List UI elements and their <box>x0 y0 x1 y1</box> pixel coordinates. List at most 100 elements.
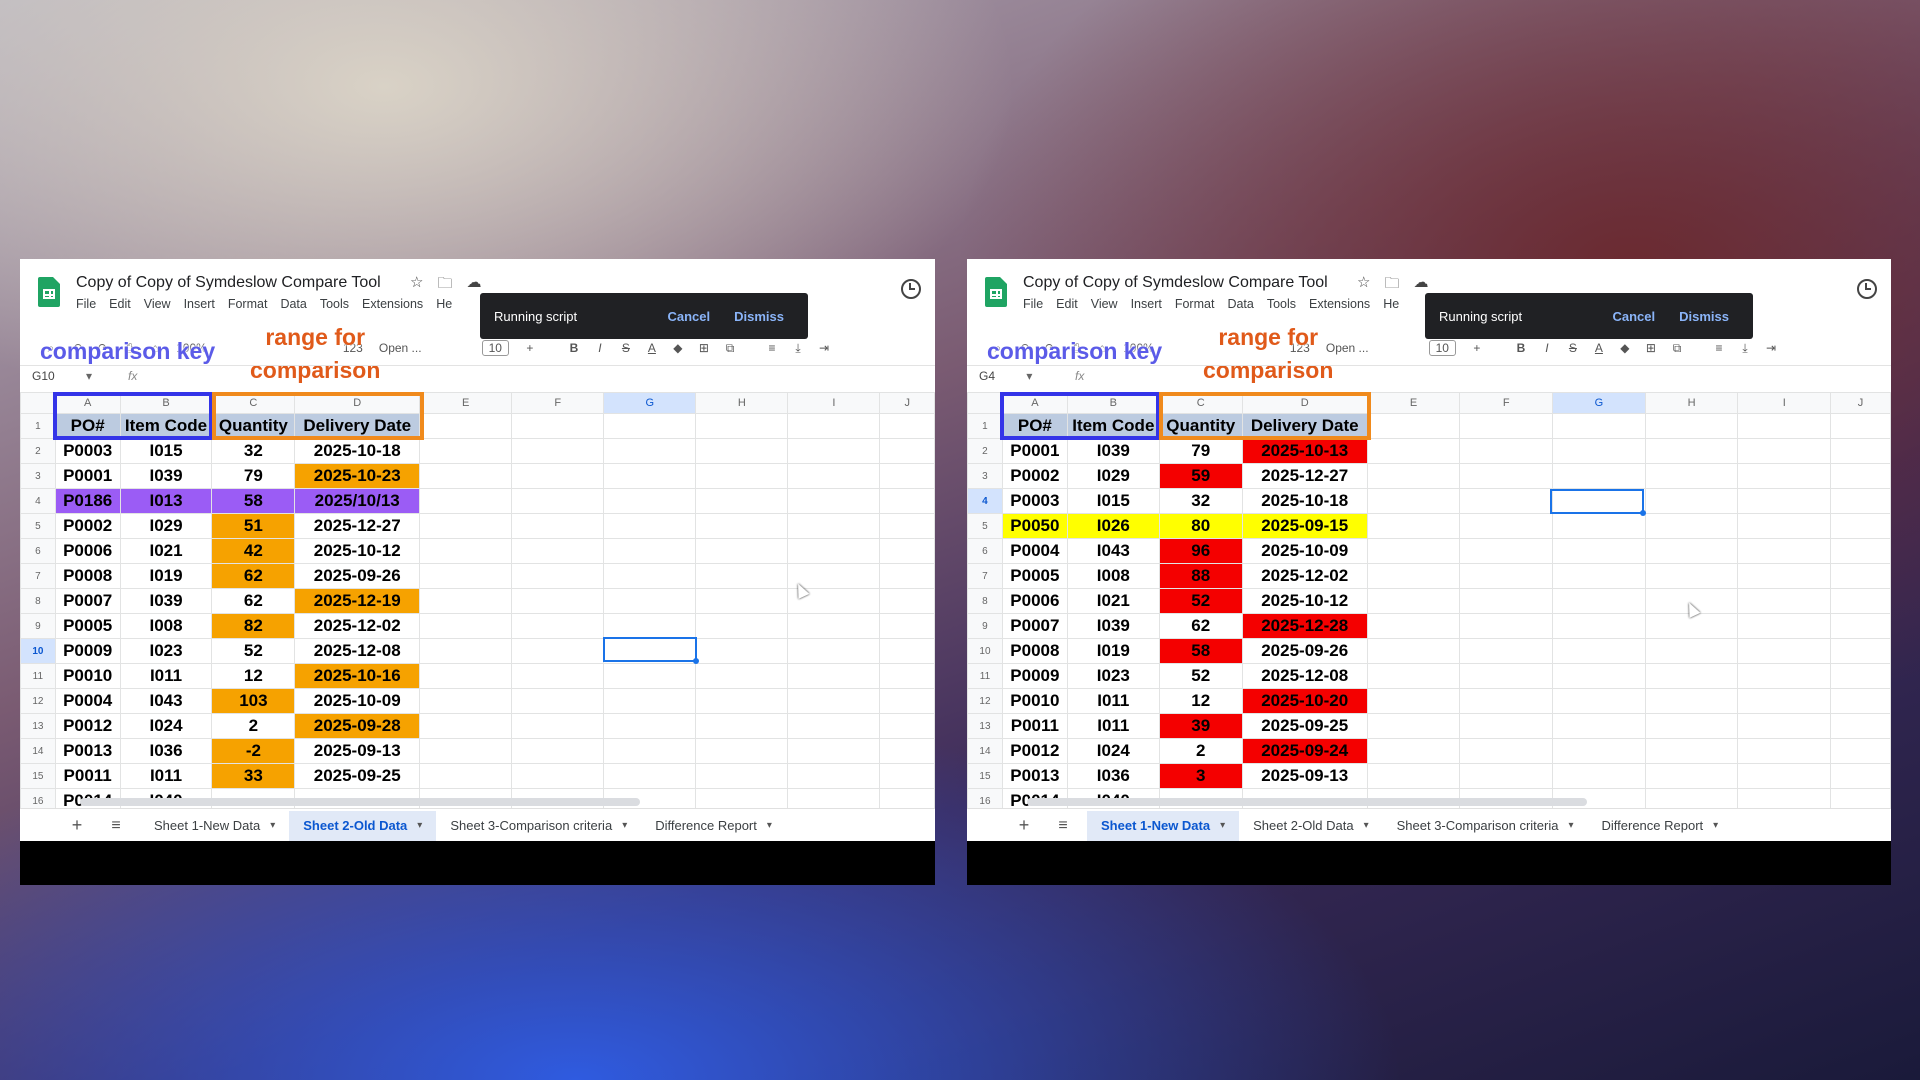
menu-edit[interactable]: Edit <box>1056 297 1078 311</box>
data-cell[interactable]: I039 <box>119 588 213 614</box>
dismiss-button[interactable]: Dismiss <box>1679 309 1729 324</box>
grid-cell[interactable] <box>695 513 789 539</box>
data-cell[interactable]: 2025-10-16 <box>294 663 421 689</box>
grid-cell[interactable] <box>419 538 513 564</box>
data-cell[interactable]: 2025-12-27 <box>1241 463 1368 489</box>
grid-cell[interactable] <box>1552 738 1646 764</box>
data-cell[interactable]: P0009 <box>54 638 121 664</box>
data-cell[interactable]: 32 <box>211 438 296 464</box>
grid-cell[interactable] <box>1366 563 1461 589</box>
grid-cell[interactable] <box>1830 663 1891 689</box>
grid-cell[interactable] <box>1366 713 1461 739</box>
data-cell[interactable]: I011 <box>1066 713 1160 739</box>
column-header-h[interactable]: H <box>695 392 789 414</box>
horizontal-scrollbar[interactable] <box>1027 798 1587 806</box>
grid-cell[interactable] <box>879 413 935 439</box>
grid-cell[interactable] <box>1737 738 1832 764</box>
data-cell[interactable]: P0006 <box>54 538 121 564</box>
data-cell[interactable]: 2025/10/13 <box>294 488 421 514</box>
data-cell[interactable]: I008 <box>119 613 213 639</box>
data-cell[interactable]: I029 <box>119 513 213 539</box>
grid-cell[interactable] <box>1644 463 1739 489</box>
data-cell[interactable]: P0008 <box>54 563 121 589</box>
menu-format[interactable]: Format <box>228 297 268 311</box>
menu-help[interactable]: He <box>436 297 452 311</box>
data-cell[interactable]: -2 <box>211 738 296 764</box>
grid-cell[interactable] <box>695 688 789 714</box>
row-header[interactable]: 8 <box>20 588 56 614</box>
data-cell[interactable]: 2025-10-18 <box>294 438 421 464</box>
data-cell[interactable]: 2025-09-13 <box>1241 763 1368 789</box>
grid-cell[interactable] <box>419 563 513 589</box>
cancel-button[interactable]: Cancel <box>667 309 710 324</box>
column-header-g[interactable]: G <box>1552 392 1646 414</box>
data-cell[interactable]: 82 <box>211 613 296 639</box>
column-header-e[interactable]: E <box>419 392 513 414</box>
grid-cell[interactable] <box>1830 763 1891 789</box>
data-cell[interactable]: P0001 <box>54 463 121 489</box>
menu-view[interactable]: View <box>144 297 171 311</box>
data-cell[interactable]: 79 <box>1158 438 1243 464</box>
row-header[interactable]: 6 <box>967 538 1003 564</box>
menu-extensions[interactable]: Extensions <box>1309 297 1370 311</box>
grid-cell[interactable] <box>879 513 935 539</box>
grid-cell[interactable] <box>1552 588 1646 614</box>
grid-cell[interactable] <box>511 563 605 589</box>
grid-cell[interactable] <box>1459 538 1554 564</box>
grid-cell[interactable] <box>1737 588 1832 614</box>
grid-cell[interactable] <box>1644 638 1739 664</box>
data-cell[interactable]: 62 <box>1158 613 1243 639</box>
grid-cell[interactable] <box>603 538 697 564</box>
grid-cell[interactable] <box>1830 638 1891 664</box>
data-cell[interactable]: 2025-10-12 <box>1241 588 1368 614</box>
grid-cell[interactable] <box>511 513 605 539</box>
grid-cell[interactable] <box>1737 438 1832 464</box>
grid-cell[interactable] <box>419 413 513 439</box>
data-cell[interactable]: 58 <box>211 488 296 514</box>
row-header[interactable]: 3 <box>967 463 1003 489</box>
grid-cell[interactable] <box>511 688 605 714</box>
grid-cell[interactable] <box>787 513 881 539</box>
data-cell[interactable]: 2025-10-13 <box>1241 438 1368 464</box>
grid-cell[interactable] <box>787 463 881 489</box>
data-cell[interactable]: P0005 <box>1001 563 1068 589</box>
row-header[interactable]: 15 <box>20 763 56 789</box>
fill-color-icon[interactable]: ◆ <box>1620 341 1630 355</box>
grid-cell[interactable] <box>1366 588 1461 614</box>
grid-cell[interactable] <box>1830 513 1891 539</box>
grid-cell[interactable] <box>1644 613 1739 639</box>
grid-cell[interactable] <box>603 488 697 514</box>
grid-cell[interactable] <box>603 463 697 489</box>
data-cell[interactable]: 2025-12-02 <box>1241 563 1368 589</box>
star-icon[interactable]: ☆ <box>410 273 423 298</box>
menu-view[interactable]: View <box>1091 297 1118 311</box>
data-cell[interactable]: 2025-12-08 <box>1241 663 1368 689</box>
grid-cell[interactable] <box>1830 563 1891 589</box>
bold-icon[interactable]: B <box>569 341 579 355</box>
grid-cell[interactable] <box>1830 588 1891 614</box>
grid-cell[interactable] <box>1552 538 1646 564</box>
grid-cell[interactable] <box>1459 513 1554 539</box>
row-header[interactable]: 13 <box>967 713 1003 739</box>
grid-cell[interactable] <box>879 488 935 514</box>
data-cell[interactable]: P0002 <box>1001 463 1068 489</box>
grid-cell[interactable] <box>419 588 513 614</box>
grid-cell[interactable] <box>1366 463 1461 489</box>
menu-tools[interactable]: Tools <box>320 297 349 311</box>
grid-cell[interactable] <box>695 763 789 789</box>
menu-edit[interactable]: Edit <box>109 297 131 311</box>
grid-cell[interactable] <box>695 563 789 589</box>
grid-cell[interactable] <box>1459 638 1554 664</box>
row-header[interactable]: 5 <box>20 513 56 539</box>
data-cell[interactable]: 39 <box>1158 713 1243 739</box>
column-header-f[interactable]: F <box>1459 392 1554 414</box>
data-cell[interactable]: I029 <box>1066 463 1160 489</box>
grid-cell[interactable] <box>511 763 605 789</box>
grid-cell[interactable] <box>787 538 881 564</box>
data-cell[interactable]: 59 <box>1158 463 1243 489</box>
data-cell[interactable]: P0003 <box>54 438 121 464</box>
grid-cell[interactable] <box>879 538 935 564</box>
grid-cell[interactable] <box>1644 438 1739 464</box>
grid-cell[interactable] <box>603 713 697 739</box>
grid-cell[interactable] <box>1737 713 1832 739</box>
